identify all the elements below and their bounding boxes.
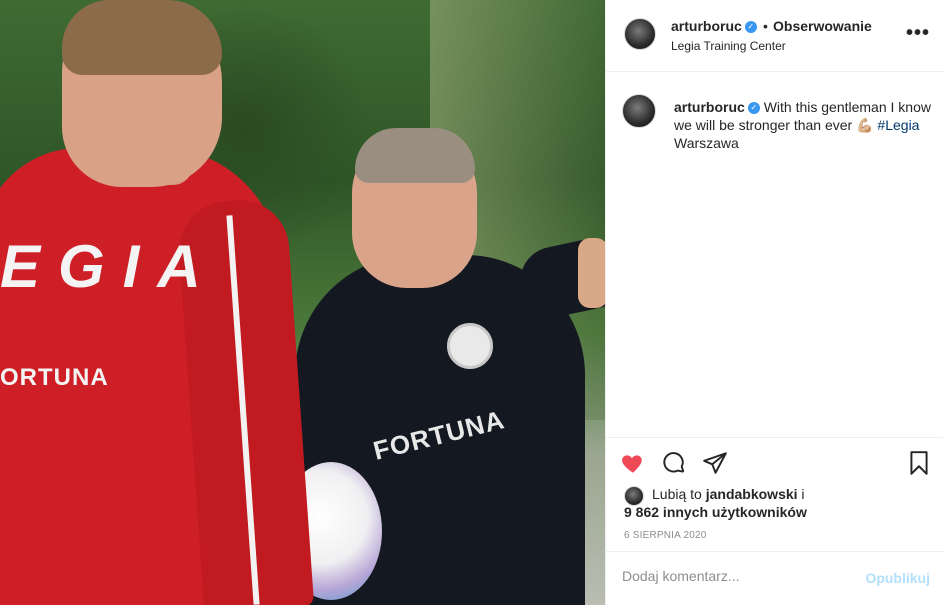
more-options-icon[interactable]: ••• — [906, 22, 930, 45]
caption-username[interactable]: arturboruc — [674, 99, 745, 115]
coach-hand — [578, 238, 605, 308]
post-date[interactable]: 6 SIERPNIA 2020 — [624, 530, 707, 541]
verified-badge-icon: ✓ — [744, 21, 757, 34]
post-caption: arturboruc ✓ With this gentleman I know w… — [606, 72, 943, 437]
separator-dot: • — [763, 18, 768, 34]
share-paper-plane-icon[interactable] — [702, 450, 730, 478]
post-photo[interactable]: FORTUNA EGIA ORTUNA — [0, 0, 605, 605]
liker-avatar[interactable] — [624, 486, 644, 506]
like-heart-icon[interactable] — [620, 450, 648, 478]
hashtag-link[interactable]: #Legia — [877, 117, 919, 133]
likes-summary: Lubią to jandabkowski i — [652, 486, 805, 502]
comment-composer: Opublikuj — [606, 551, 943, 605]
caption-author-avatar[interactable] — [622, 94, 656, 128]
author-avatar[interactable] — [624, 18, 656, 50]
caption-text: arturboruc ✓ With this gentleman I know w… — [674, 98, 936, 152]
caption-end: Warszawa — [674, 135, 739, 151]
post-side-panel: arturboruc ✓ • Obserwowanie Legia Trainin… — [605, 0, 943, 605]
likes-suffix: i — [801, 486, 805, 502]
player-shirt-club-text: EGIA — [0, 233, 219, 300]
likes-prefix: Lubią to — [652, 486, 702, 502]
post-location[interactable]: Legia Training Center — [671, 39, 786, 53]
author-username[interactable]: arturboruc ✓ — [671, 18, 757, 34]
liker-username[interactable]: jandabkowski — [706, 486, 798, 502]
player-hair — [62, 0, 222, 75]
save-bookmark-icon[interactable] — [906, 450, 934, 478]
comment-input[interactable] — [622, 568, 842, 584]
flexed-biceps-emoji: 💪🏼 — [856, 117, 874, 133]
club-crest — [447, 323, 493, 369]
player-shirt-sponsor: ORTUNA — [0, 364, 109, 391]
comment-bubble-icon[interactable] — [661, 450, 689, 478]
likes-others-link[interactable]: 9 862 innych użytkowników — [624, 504, 807, 520]
caption-verified-badge-icon: ✓ — [747, 102, 760, 115]
publish-button[interactable]: Opublikuj — [865, 570, 930, 586]
post-header: arturboruc ✓ • Obserwowanie Legia Trainin… — [606, 0, 943, 72]
author-username-text[interactable]: arturboruc — [671, 18, 742, 34]
coach-hair — [355, 128, 475, 183]
following-button[interactable]: Obserwowanie — [773, 18, 872, 34]
